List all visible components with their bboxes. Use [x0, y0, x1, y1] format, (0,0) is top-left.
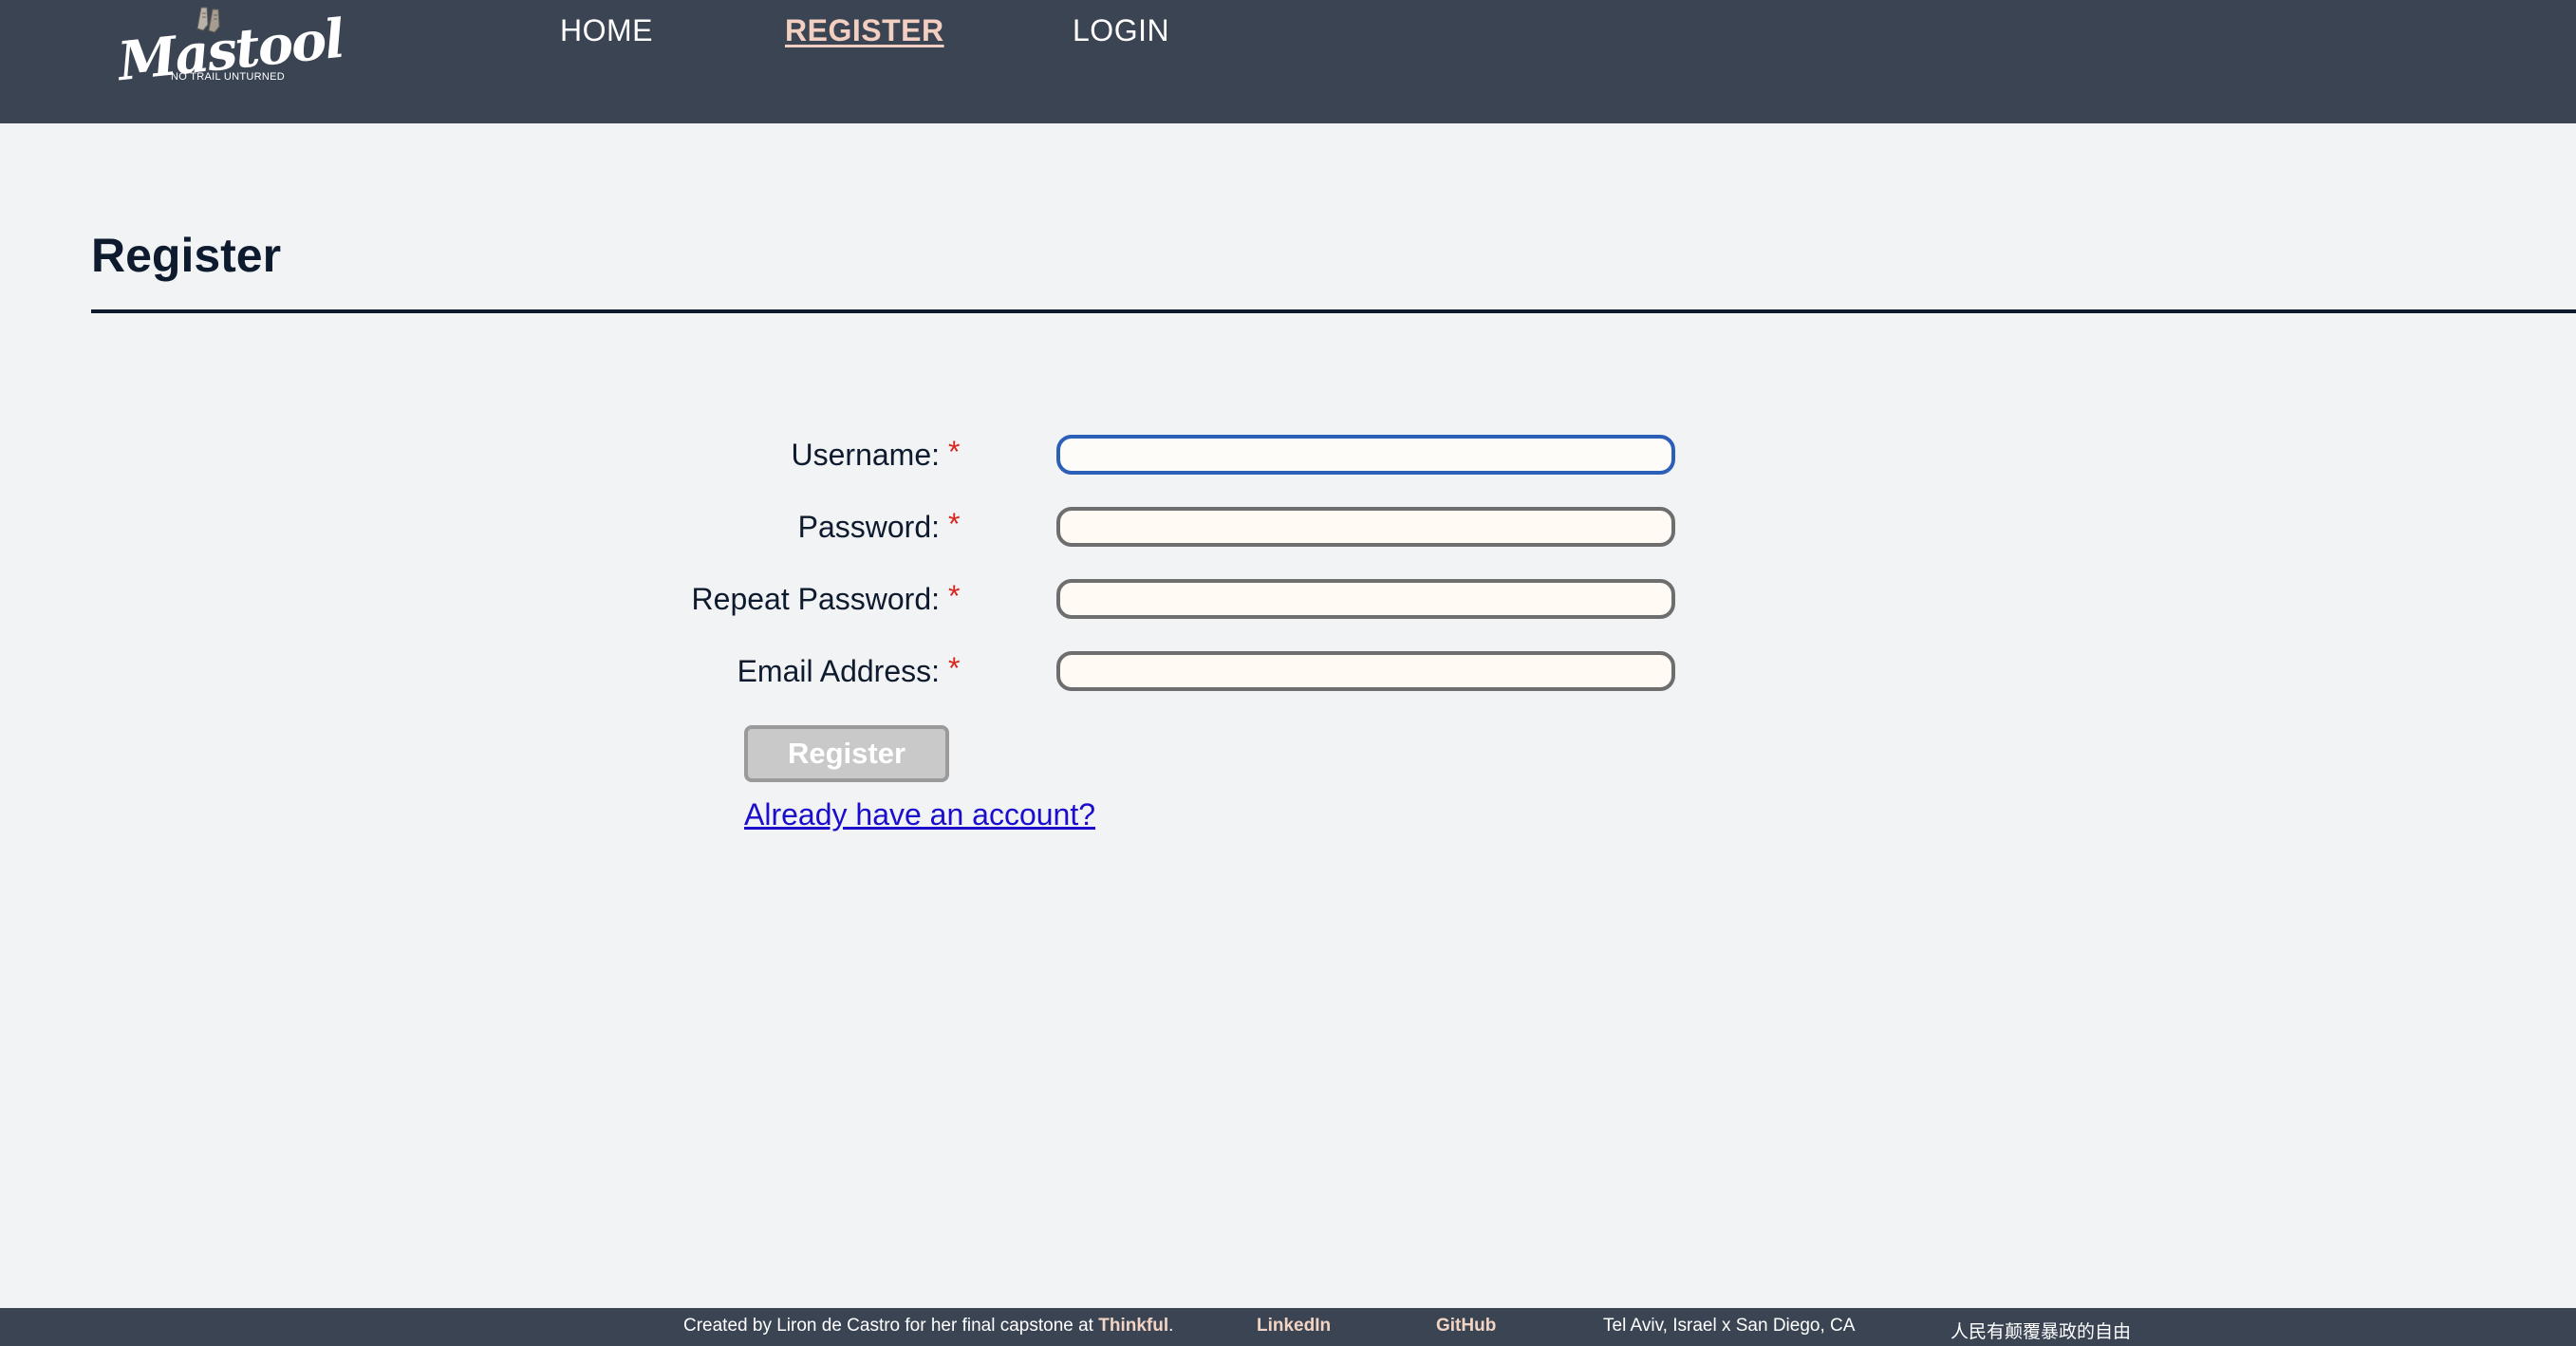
repeat-password-row: Repeat Password: *: [0, 577, 2576, 621]
password-label: Password:: [797, 510, 940, 544]
register-button[interactable]: Register: [744, 725, 949, 782]
footer-credit: Created by Liron de Castro for her final…: [683, 1316, 1173, 1337]
username-input[interactable]: [1056, 435, 1675, 475]
linkedin-link[interactable]: LinkedIn: [1257, 1316, 1331, 1337]
username-row: Username: *: [0, 433, 2576, 477]
username-label: Username:: [791, 438, 941, 472]
login-link[interactable]: Already have an account?: [744, 797, 1095, 832]
thinkful-name: Thinkful: [1098, 1316, 1169, 1336]
credit-prefix: Created by Liron de Castro for her final…: [683, 1316, 1099, 1336]
required-asterisk: *: [948, 435, 961, 469]
required-asterisk: *: [948, 579, 961, 613]
page-title: Register: [91, 229, 282, 282]
nav-register[interactable]: REGISTER: [785, 13, 944, 48]
footer-slogan: 人民有颠覆暴政的自由: [1951, 1322, 2132, 1342]
logo-tagline: NO TRAIL UNTURNED: [171, 71, 285, 83]
password-row: Password: *: [0, 505, 2576, 549]
email-input[interactable]: [1056, 651, 1675, 691]
title-divider: [91, 309, 2576, 313]
repeat-password-label: Repeat Password:: [691, 582, 940, 616]
nav-login[interactable]: LOGIN: [1073, 13, 1169, 48]
footer: Created by Liron de Castro for her final…: [0, 1308, 2576, 1346]
credit-suffix: .: [1168, 1316, 1174, 1336]
mastool-logo[interactable]: Mastool NO TRAIL UNTURNED: [115, 6, 345, 106]
required-asterisk: *: [948, 507, 961, 541]
email-row: Email Address: *: [0, 649, 2576, 693]
repeat-password-input[interactable]: [1056, 579, 1675, 619]
github-link[interactable]: GitHub: [1436, 1316, 1496, 1337]
required-asterisk: *: [948, 651, 961, 685]
top-nav-bar: Mastool NO TRAIL UNTURNED HOME REGISTER …: [0, 0, 2576, 123]
password-input[interactable]: [1056, 507, 1675, 547]
email-label: Email Address:: [737, 654, 940, 688]
nav-home[interactable]: HOME: [560, 13, 653, 48]
footer-location: Tel Aviv, Israel x San Diego, CA: [1603, 1316, 1856, 1336]
